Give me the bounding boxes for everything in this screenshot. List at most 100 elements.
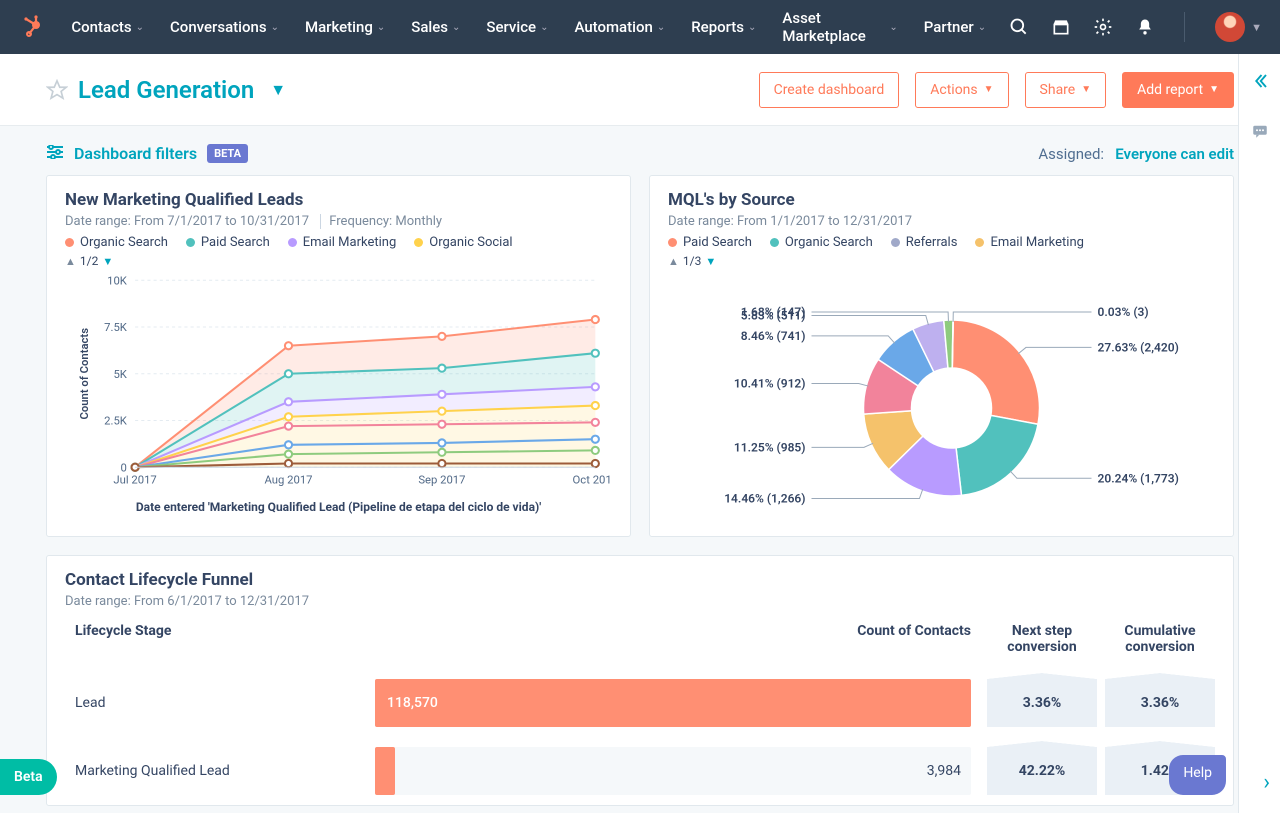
funnel-bar: 118,570: [375, 679, 971, 727]
share-button[interactable]: Share▼: [1025, 72, 1107, 108]
beta-badge: BETA: [207, 144, 248, 163]
legend-item[interactable]: Paid Search: [668, 235, 752, 250]
assigned-row: Assigned: Everyone can edit: [1038, 145, 1234, 163]
funnel-stage-name: Lead: [75, 695, 375, 711]
actions-button[interactable]: Actions▼: [915, 72, 1008, 108]
x-axis-caption: Date entered 'Marketing Qualified Lead (…: [65, 500, 612, 514]
search-icon[interactable]: [1008, 16, 1030, 38]
chevron-down-icon[interactable]: ▼: [1251, 21, 1262, 34]
gear-icon[interactable]: [1092, 16, 1114, 38]
triangle-down-icon[interactable]: ▼: [705, 255, 716, 268]
star-icon[interactable]: [46, 79, 68, 101]
card-funnel: Contact Lifecycle Funnel Date range: Fro…: [46, 555, 1234, 806]
comments-icon[interactable]: [1251, 122, 1269, 144]
avatar[interactable]: [1215, 12, 1245, 42]
marketplace-icon[interactable]: [1050, 16, 1072, 38]
legend-item[interactable]: Organic Search: [770, 235, 873, 250]
nav-item-sales[interactable]: Sales⌄: [401, 10, 470, 44]
svg-text:8.46% (741): 8.46% (741): [741, 329, 806, 343]
nav-item-service[interactable]: Service⌄: [476, 10, 558, 44]
nav-icons: ▼: [1008, 12, 1262, 42]
card-new-mql: New Marketing Qualified Leads Date range…: [46, 175, 631, 537]
funnel-row: Marketing Qualified Lead 3,984 42.22% 1.…: [65, 737, 1215, 805]
assigned-value-link[interactable]: Everyone can edit: [1115, 145, 1234, 163]
card-title: Contact Lifecycle Funnel: [65, 570, 1215, 590]
nav-item-partner[interactable]: Partner⌄: [914, 10, 996, 44]
next-arrow-icon[interactable]: ›: [1263, 770, 1270, 795]
funnel-header: Lifecycle Stage Count of Contacts Next s…: [65, 615, 1215, 669]
legend-item[interactable]: Paid Search: [186, 235, 270, 250]
chevron-down-icon: ⌄: [657, 22, 665, 33]
svg-text:Oct 2017: Oct 2017: [573, 474, 612, 487]
chevron-down-icon: ⌄: [889, 22, 897, 33]
triangle-down-icon[interactable]: ▼: [102, 255, 113, 268]
beta-tab[interactable]: Beta: [0, 759, 57, 795]
svg-text:14.46% (1,266): 14.46% (1,266): [724, 491, 805, 505]
svg-text:Sep 2017: Sep 2017: [418, 474, 465, 487]
svg-text:11.25% (985): 11.25% (985): [734, 440, 806, 454]
funnel-stage-name: Marketing Qualified Lead: [75, 763, 375, 779]
card-subrow: Date range: From 1/1/2017 to 12/31/2017: [668, 214, 1215, 229]
chevron-down-icon: ⌄: [377, 22, 385, 33]
nav-item-reports[interactable]: Reports⌄: [681, 10, 766, 44]
legend-item[interactable]: Email Marketing: [288, 235, 396, 250]
top-nav: Contacts⌄Conversations⌄Marketing⌄Sales⌄S…: [0, 0, 1280, 54]
nav-item-asset-marketplace[interactable]: Asset Marketplace⌄: [772, 1, 907, 53]
legend-item[interactable]: Referrals: [891, 235, 958, 250]
triangle-up-icon[interactable]: ▲: [65, 255, 76, 268]
triangle-up-icon[interactable]: ▲: [668, 255, 679, 268]
brand-logo[interactable]: [18, 13, 45, 41]
card-title: New Marketing Qualified Leads: [65, 190, 612, 210]
legend-pager[interactable]: ▲ 1/3 ▼: [668, 254, 1215, 268]
line-legend: Organic Search Paid Search Email Marketing…: [65, 235, 612, 250]
nav-item-contacts[interactable]: Contacts⌄: [61, 10, 154, 44]
card-mql-source: MQL's by Source Date range: From 1/1/201…: [649, 175, 1234, 537]
legend-pager[interactable]: ▲ 1/2 ▼: [65, 254, 612, 268]
svg-text:7.5K: 7.5K: [104, 321, 128, 334]
svg-text:20.24% (1,773): 20.24% (1,773): [1098, 471, 1179, 485]
help-bubble[interactable]: Help: [1169, 755, 1226, 795]
funnel-next-cell: 42.22%: [987, 747, 1097, 795]
legend-item[interactable]: Email Marketing: [975, 235, 1083, 250]
svg-text:Count of Contacts: Count of Contacts: [78, 328, 91, 420]
chevron-down-icon: ⌄: [136, 22, 144, 33]
svg-text:27.63% (2,420): 27.63% (2,420): [1098, 340, 1179, 354]
funnel-next-cell: 3.36%: [987, 679, 1097, 727]
collapse-rail-icon[interactable]: [1251, 72, 1269, 94]
page-title[interactable]: Lead Generation: [78, 76, 254, 104]
card-title: MQL's by Source: [668, 190, 1215, 210]
card-subrow: Date range: From 6/1/2017 to 12/31/2017: [65, 594, 1215, 609]
chevron-down-icon: ⌄: [978, 22, 986, 33]
nav-item-conversations[interactable]: Conversations⌄: [160, 10, 289, 44]
donut-chart: 27.63% (2,420) 20.24% (1,773) 14.46% (1,26…: [668, 268, 1215, 528]
filter-icon: [46, 144, 64, 163]
page-header: Lead Generation ▼ Create dashboard Actio…: [0, 54, 1280, 126]
bell-icon[interactable]: [1134, 16, 1156, 38]
card-subrow: Date range: From 7/1/2017 to 10/31/2017 …: [65, 214, 612, 229]
nav-item-marketing[interactable]: Marketing⌄: [295, 10, 395, 44]
dashboard-filters[interactable]: Dashboard filters BETA: [46, 144, 248, 163]
add-report-button[interactable]: Add report▼: [1122, 72, 1234, 108]
svg-text:5K: 5K: [113, 368, 127, 381]
right-rail: [1238, 54, 1280, 813]
svg-text:2.5K: 2.5K: [104, 415, 128, 428]
svg-text:10.41% (912): 10.41% (912): [734, 377, 806, 391]
chevron-down-icon: ⌄: [452, 22, 460, 33]
svg-text:Jul 2017: Jul 2017: [113, 474, 156, 487]
title-dropdown-icon[interactable]: ▼: [270, 80, 286, 100]
nav-item-automation[interactable]: Automation⌄: [564, 10, 675, 44]
create-dashboard-button[interactable]: Create dashboard: [759, 72, 900, 108]
content-area: Dashboard filters BETA Assigned: Everyon…: [0, 126, 1280, 813]
chevron-down-icon: ⌄: [271, 22, 279, 33]
svg-text:10K: 10K: [107, 274, 128, 287]
legend-item[interactable]: Organic Social: [414, 235, 512, 250]
chevron-down-icon: ⌄: [748, 22, 756, 33]
nav-menu: Contacts⌄Conversations⌄Marketing⌄Sales⌄S…: [61, 1, 996, 53]
funnel-row: Lead 118,570 3.36% 3.36%: [65, 669, 1215, 737]
legend-item[interactable]: Organic Search: [65, 235, 168, 250]
funnel-bar: 3,984: [375, 747, 971, 795]
chevron-down-icon: ⌄: [540, 22, 548, 33]
line-chart: 02.5K5K7.5K10KJul 2017Aug 2017Sep 2017Oc…: [65, 270, 612, 496]
svg-text:0: 0: [121, 461, 127, 474]
donut-legend: Paid Search Organic Search Referrals Email …: [668, 235, 1215, 250]
